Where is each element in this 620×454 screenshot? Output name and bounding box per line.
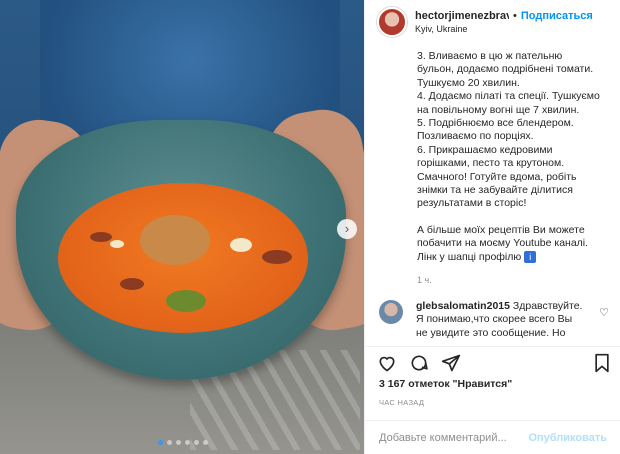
avatar[interactable]: [377, 7, 407, 37]
bookmark-icon[interactable]: [593, 353, 611, 378]
caption-timestamp: 1 ч.: [417, 275, 432, 286]
info-badge-icon: i: [524, 250, 537, 263]
bacon-piece: [90, 232, 112, 242]
carousel-dot: [194, 440, 199, 445]
caption-steps: 3. Вливаємо в цю ж пательню бульон, дода…: [417, 50, 600, 210]
separator-dot: •: [513, 10, 517, 22]
croutons: [140, 215, 210, 265]
post-age: ЧАС НАЗАД: [379, 398, 425, 407]
commenter-username[interactable]: glebsalomatin2015: [416, 300, 510, 312]
comment-input[interactable]: Добавьте комментарий...: [379, 432, 528, 444]
location-link[interactable]: Kyiv, Ukraine: [415, 24, 593, 34]
send-icon[interactable]: [441, 353, 461, 378]
post-header: hectorjimenezbrav • Подписаться Kyiv, Uk…: [365, 0, 620, 44]
follow-button[interactable]: Подписаться: [521, 10, 593, 22]
post-caption: 3. Вливаємо в цю ж пательню бульон, дода…: [417, 50, 607, 288]
bacon-piece: [262, 250, 292, 264]
heart-icon[interactable]: [377, 353, 397, 378]
caption-youtube-note: А більше моїх рецептів Ви можете побачит…: [417, 223, 589, 263]
pesto: [166, 290, 206, 312]
comment-text: glebsalomatin2015 Здравствуйте. Я понима…: [416, 300, 596, 340]
comment-icon[interactable]: [409, 353, 429, 378]
carousel-dot: [176, 440, 181, 445]
carousel-dot: [203, 440, 208, 445]
action-bar: [365, 346, 620, 376]
next-slide-button[interactable]: ›: [337, 219, 357, 239]
carousel-dots: [158, 440, 208, 445]
commenter-avatar[interactable]: [379, 300, 403, 324]
carousel-dot: [185, 440, 190, 445]
pine-nut: [110, 240, 124, 248]
post-photo[interactable]: ›: [0, 0, 364, 454]
author-username[interactable]: hectorjimenezbrav: [415, 10, 509, 22]
bacon-piece: [120, 278, 144, 290]
post-side-panel: hectorjimenezbrav • Подписаться Kyiv, Uk…: [364, 0, 620, 454]
chevron-right-icon: ›: [344, 221, 350, 236]
comment-item: glebsalomatin2015 Здравствуйте. Я понима…: [379, 300, 615, 340]
carousel-dot: [167, 440, 172, 445]
publish-button[interactable]: Опубликовать: [528, 432, 607, 444]
add-comment-bar: Добавьте комментарий... Опубликовать: [365, 420, 620, 454]
pine-nut: [230, 238, 252, 252]
comment-like-icon[interactable]: ♡: [599, 306, 609, 319]
carousel-dot: [158, 440, 163, 445]
likes-count[interactable]: 3 167 отметок "Нравится": [379, 378, 512, 390]
